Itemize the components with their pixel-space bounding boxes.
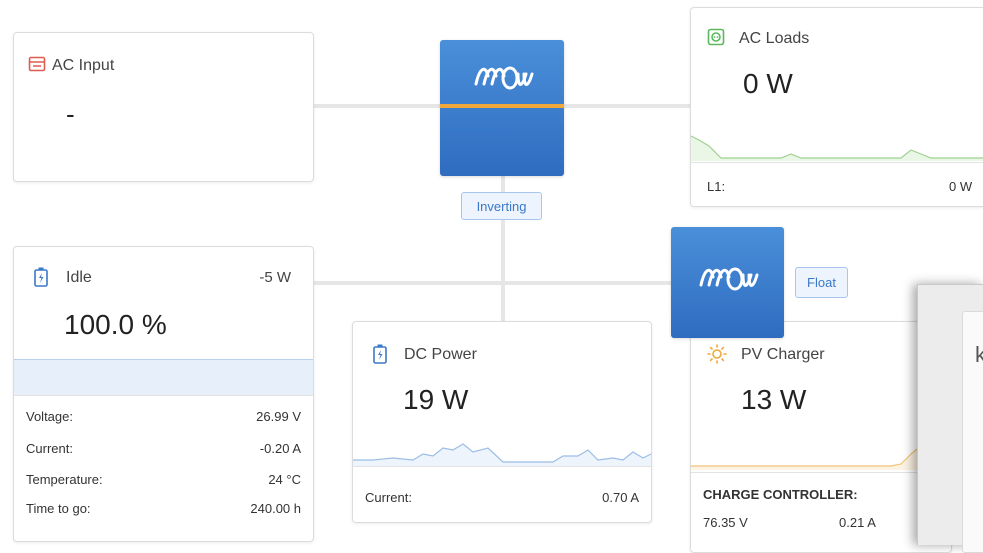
wire-dcpower-bus <box>501 284 505 322</box>
overlay-letter: k <box>975 342 983 367</box>
ac-input-icon <box>28 55 46 78</box>
battery-row-voltage: Voltage: 26.99 V <box>26 409 301 424</box>
dc-power-divider <box>353 466 651 467</box>
mppt-status-badge: Float <box>795 267 848 298</box>
ac-loads-card[interactable]: AC Loads 0 W L1: 0 W <box>690 7 983 207</box>
ac-loads-l1-label: L1: <box>707 179 726 194</box>
victron-logo-icon <box>470 58 534 99</box>
pv-charger-sparkline <box>691 439 931 470</box>
inverter-orange-band <box>440 104 564 108</box>
battery-power: -5 W <box>259 269 291 286</box>
battery-icon <box>34 267 48 292</box>
battery-divider <box>14 395 313 396</box>
pv-charger-value: 13 W <box>741 384 807 415</box>
ac-loads-icon <box>707 28 725 51</box>
ac-loads-sparkline <box>691 135 983 161</box>
dc-power-value: 19 W <box>403 384 469 415</box>
battery-row-current: Current: -0.20 A <box>26 441 301 456</box>
dc-power-battery-icon <box>373 344 387 369</box>
wire-acinput-inverter <box>312 104 442 108</box>
inverter-status-badge: Inverting <box>461 192 542 220</box>
battery-state: Idle <box>66 269 92 286</box>
dc-power-current-value: 0.70 A <box>602 490 639 505</box>
pv-charger-current: 0.21 A <box>839 515 876 530</box>
ac-input-card[interactable]: AC Input - <box>13 32 314 182</box>
pv-charger-voltage: 76.35 V <box>703 515 748 530</box>
pv-charger-divider <box>691 472 951 473</box>
ac-loads-title: AC Loads <box>739 30 810 47</box>
overlay-inner-panel: k <box>962 311 983 553</box>
ac-loads-divider <box>691 162 983 163</box>
mppt-device[interactable] <box>671 227 784 338</box>
ac-loads-value: 0 W <box>743 68 793 99</box>
battery-card[interactable]: Idle -5 W 100.0 % Voltage: 26.99 V Curren… <box>13 246 314 542</box>
battery-row-temperature: Temperature: 24 °C <box>26 472 301 487</box>
dc-power-card[interactable]: DC Power 19 W Current: 0.70 A <box>352 321 652 523</box>
dc-power-current-label: Current: <box>365 490 412 505</box>
wire-battery-bus <box>312 281 672 285</box>
inverter-device[interactable] <box>440 40 564 176</box>
pv-charger-card[interactable]: PV Charger 13 W CHARGE CONTROLLER: 76.35… <box>690 321 952 553</box>
battery-soc-fill <box>14 359 313 396</box>
mppt-victron-logo-icon <box>695 259 759 300</box>
ac-input-title: AC Input <box>52 57 115 74</box>
sun-icon <box>707 344 727 369</box>
pv-charger-section-label: CHARGE CONTROLLER: <box>703 487 858 502</box>
battery-row-time-to-go: Time to go: 240.00 h <box>26 501 301 516</box>
dc-power-title: DC Power <box>404 346 477 363</box>
battery-soc: 100.0 % <box>64 309 167 340</box>
dc-power-sparkline <box>353 443 651 466</box>
overlay-window[interactable]: k <box>917 284 983 553</box>
ac-input-value: - <box>66 99 75 129</box>
pv-charger-title: PV Charger <box>741 346 825 363</box>
wire-inverter-acloads <box>564 104 691 108</box>
ac-loads-l1-value: 0 W <box>949 179 973 194</box>
